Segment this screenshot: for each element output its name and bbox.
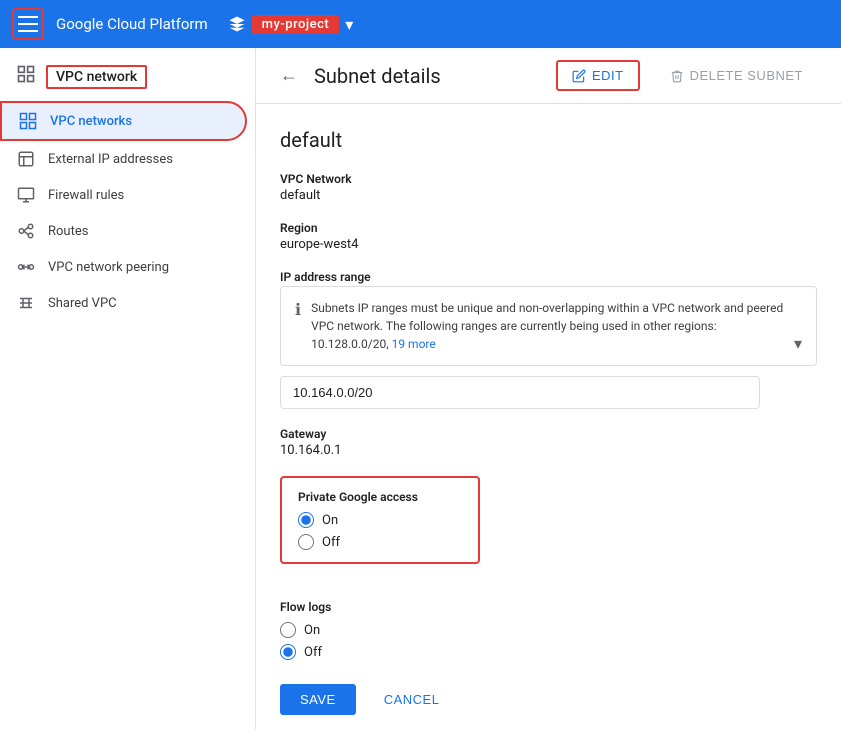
sidebar-item-external-ip[interactable]: External IP addresses <box>0 141 247 177</box>
subnet-name: default <box>280 128 817 152</box>
project-selector[interactable]: my-project ▾ <box>228 15 354 34</box>
field-pga: Private Google access On Off <box>280 476 817 582</box>
pga-off-radio[interactable] <box>298 534 314 550</box>
chevron-down-icon[interactable]: ▾ <box>345 15 353 34</box>
gateway-value: 10.164.0.1 <box>280 443 817 458</box>
external-ip-label: External IP addresses <box>48 152 173 167</box>
project-icon <box>228 15 246 33</box>
vpc-network-label: VPC Network <box>280 172 817 186</box>
sidebar-title: VPC network <box>46 65 147 89</box>
vpc-networks-icon <box>18 111 38 131</box>
menu-button[interactable] <box>12 8 44 40</box>
gateway-label: Gateway <box>280 427 817 441</box>
flow-logs-off-option[interactable]: Off <box>280 644 817 660</box>
info-chevron-icon[interactable]: ▾ <box>794 334 802 353</box>
field-ip-range: IP address range ℹ Subnets IP ranges mus… <box>280 270 817 409</box>
top-bar: Google Cloud Platform my-project ▾ <box>0 0 841 48</box>
flow-logs-off-radio[interactable] <box>280 644 296 660</box>
sidebar-item-vpc-peering[interactable]: VPC network peering <box>0 249 247 285</box>
field-gateway: Gateway 10.164.0.1 <box>280 427 817 458</box>
flow-logs-title: Flow logs <box>280 600 817 614</box>
edit-button[interactable]: EDIT <box>556 60 640 91</box>
field-flow-logs: Flow logs On Off <box>280 600 817 660</box>
sidebar-item-routes[interactable]: Routes <box>0 213 247 249</box>
vpc-peering-icon <box>16 257 36 277</box>
field-region: Region europe-west4 <box>280 221 817 252</box>
action-buttons: Save Cancel <box>280 684 817 715</box>
pga-on-option[interactable]: On <box>298 512 462 528</box>
sidebar-item-firewall[interactable]: Firewall rules <box>0 177 247 213</box>
flow-logs-on-label: On <box>304 623 320 638</box>
pga-on-radio[interactable] <box>298 512 314 528</box>
pga-on-label: On <box>322 513 338 528</box>
shared-vpc-label: Shared VPC <box>48 296 117 311</box>
ip-range-info-box: ℹ Subnets IP ranges must be unique and n… <box>280 286 817 366</box>
sidebar: VPC network VPC networks External IP add… <box>0 48 256 729</box>
edit-icon <box>572 69 586 83</box>
ip-range-more-link[interactable]: 19 more <box>392 337 436 351</box>
save-button[interactable]: Save <box>280 684 356 715</box>
sidebar-item-shared-vpc[interactable]: Shared VPC <box>0 285 247 321</box>
flow-logs-off-label: Off <box>304 645 322 660</box>
ip-range-info-text: Subnets IP ranges must be unique and non… <box>311 299 784 353</box>
shared-vpc-icon <box>16 293 36 313</box>
pga-off-label: Off <box>322 535 340 550</box>
routes-label: Routes <box>48 224 88 239</box>
pga-off-option[interactable]: Off <box>298 534 462 550</box>
page-title: Subnet details <box>314 64 540 88</box>
flow-logs-on-radio[interactable] <box>280 622 296 638</box>
cancel-button[interactable]: Cancel <box>368 684 456 715</box>
ip-range-input[interactable] <box>280 376 760 409</box>
ip-range-label: IP address range <box>280 270 817 284</box>
edit-label: EDIT <box>592 68 624 83</box>
vpc-networks-label: VPC networks <box>50 114 132 129</box>
sidebar-header: VPC network <box>0 56 255 101</box>
sidebar-item-vpc-networks[interactable]: VPC networks <box>0 101 247 141</box>
app-logo: Google Cloud Platform <box>56 15 208 33</box>
delete-subnet-button[interactable]: DELETE SUBNET <box>656 62 817 89</box>
field-vpc-network: VPC Network default <box>280 172 817 203</box>
pga-box: Private Google access On Off <box>280 476 480 564</box>
delete-icon <box>670 69 684 83</box>
vpc-network-value: default <box>280 188 817 203</box>
external-ip-icon <box>16 149 36 169</box>
back-button[interactable]: ← <box>280 65 298 86</box>
pga-title: Private Google access <box>298 490 462 504</box>
region-label: Region <box>280 221 817 235</box>
content-body: default VPC Network default Region europ… <box>256 104 841 729</box>
delete-label: DELETE SUBNET <box>690 68 803 83</box>
info-icon: ℹ <box>295 300 301 319</box>
firewall-label: Firewall rules <box>48 188 124 203</box>
routes-icon <box>16 221 36 241</box>
main-layout: VPC network VPC networks External IP add… <box>0 48 841 729</box>
project-name[interactable]: my-project <box>252 15 340 34</box>
flow-logs-on-option[interactable]: On <box>280 622 817 638</box>
content-area: ← Subnet details EDIT DELETE SUBNET defa… <box>256 48 841 729</box>
pga-radio-group: On Off <box>298 512 462 550</box>
vpc-network-header-icon <box>16 64 36 89</box>
content-header: ← Subnet details EDIT DELETE SUBNET <box>256 48 841 104</box>
vpc-peering-label: VPC network peering <box>48 260 169 275</box>
firewall-icon <box>16 185 36 205</box>
flow-logs-radio-group: On Off <box>280 622 817 660</box>
region-value: europe-west4 <box>280 237 817 252</box>
